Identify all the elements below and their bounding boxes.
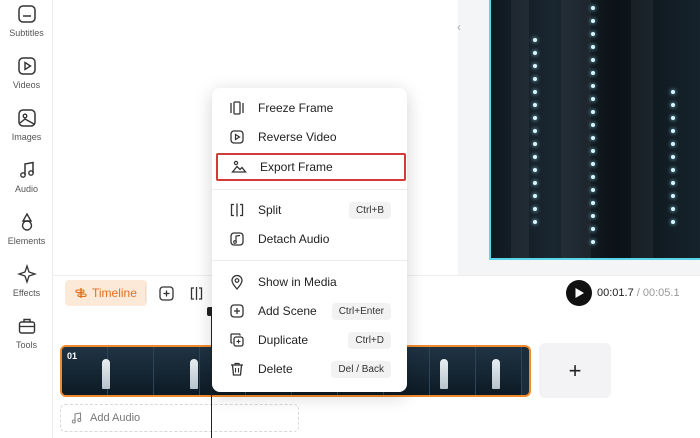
menu-item-reverse-video[interactable]: Reverse Video (212, 123, 407, 151)
menu-item-export-frame[interactable]: Export Frame (216, 153, 406, 181)
shapes-icon (21, 212, 32, 231)
menu-item-label: Split (258, 203, 282, 217)
music-note-icon (19, 161, 34, 178)
sidebar-item-label: Audio (14, 184, 39, 194)
clip-number: 01 (67, 351, 78, 361)
sidebar-item-label: Effects (12, 288, 41, 298)
image-icon (17, 109, 36, 127)
sidebar-item-elements[interactable]: Elements (0, 212, 53, 246)
split-icon (230, 203, 244, 217)
sidebar-item-images[interactable]: Images (0, 108, 53, 142)
menu-item-label: Export Frame (260, 160, 333, 174)
menu-item-label: Add Scene (258, 304, 317, 318)
menu-divider (212, 189, 407, 190)
tab-timeline-label: Timeline (92, 286, 137, 300)
menu-item-label: Delete (258, 362, 293, 376)
toolbox-icon (18, 318, 35, 334)
add-audio-label: Add Audio (90, 412, 141, 424)
menu-item-split[interactable]: Split Ctrl+B (212, 196, 407, 224)
menu-item-delete[interactable]: Delete Del / Back (212, 355, 407, 383)
sparkle-icon (16, 264, 37, 284)
sidebar-item-label: Images (11, 132, 42, 142)
shortcut-badge: Ctrl+B (348, 201, 391, 219)
add-clip-button[interactable]: + (539, 343, 611, 398)
location-pin-icon (231, 274, 243, 290)
video-icon (17, 57, 36, 75)
toolbar-divider (145, 286, 146, 302)
menu-item-label: Show in Media (258, 275, 337, 289)
shortcut-badge: Ctrl+Enter (331, 302, 391, 320)
add-scene-icon (230, 304, 244, 318)
current-time: 00:01.7 (597, 287, 634, 299)
sidebar-item-audio[interactable]: Audio (0, 160, 53, 194)
menu-item-label: Duplicate (258, 333, 309, 347)
timeline-icon (75, 288, 87, 298)
menu-item-freeze-frame[interactable]: Freeze Frame (212, 94, 407, 122)
menu-divider (212, 260, 407, 261)
shortcut-badge: Ctrl+D (348, 331, 391, 349)
left-sidebar: Subtitles Videos Images Audio Elements E… (0, 0, 53, 438)
sidebar-item-label: Elements (7, 236, 46, 246)
shortcut-badge: Del / Back (331, 360, 391, 378)
add-scene-toolbar-button[interactable] (157, 284, 175, 302)
sidebar-item-effects[interactable]: Effects (0, 264, 53, 298)
trash-icon (231, 362, 243, 376)
play-icon (575, 288, 584, 298)
sidebar-item-videos[interactable]: Videos (0, 56, 53, 90)
reverse-icon (230, 130, 244, 144)
image-export-icon (231, 160, 247, 173)
subtitles-icon (17, 5, 36, 23)
music-note-icon (71, 412, 82, 424)
playback-time: 00:01.7 / 00:05.1 (597, 287, 680, 299)
split-toolbar-button[interactable] (187, 284, 205, 302)
clip-context-menu: Freeze Frame Reverse Video Export Frame … (212, 88, 407, 392)
menu-item-show-in-media[interactable]: Show in Media (212, 268, 407, 296)
tab-timeline[interactable]: Timeline (65, 280, 147, 306)
sidebar-item-subtitles[interactable]: Subtitles (0, 4, 53, 38)
menu-item-label: Freeze Frame (258, 101, 334, 115)
detach-audio-icon (230, 232, 244, 246)
play-button[interactable] (566, 280, 592, 306)
sidebar-item-label: Subtitles (9, 28, 44, 38)
menu-item-label: Reverse Video (258, 130, 337, 144)
sidebar-item-label: Videos (12, 80, 41, 90)
split-icon (190, 286, 202, 300)
total-time: / 00:05.1 (636, 287, 680, 299)
menu-item-label: Detach Audio (258, 232, 330, 246)
freeze-frame-icon (230, 101, 244, 115)
menu-item-detach-audio[interactable]: Detach Audio (212, 225, 407, 253)
collapse-panel-chevron-icon[interactable]: ‹ (453, 14, 465, 40)
add-audio-button[interactable]: Add Audio (60, 404, 299, 432)
menu-item-add-scene[interactable]: Add Scene Ctrl+Enter (212, 297, 407, 325)
video-preview[interactable] (489, 0, 700, 260)
duplicate-icon (230, 333, 244, 347)
sidebar-item-tools[interactable]: Tools (0, 316, 53, 350)
sidebar-item-label: Tools (15, 340, 37, 350)
add-square-icon (158, 285, 174, 301)
menu-item-duplicate[interactable]: Duplicate Ctrl+D (212, 326, 407, 354)
